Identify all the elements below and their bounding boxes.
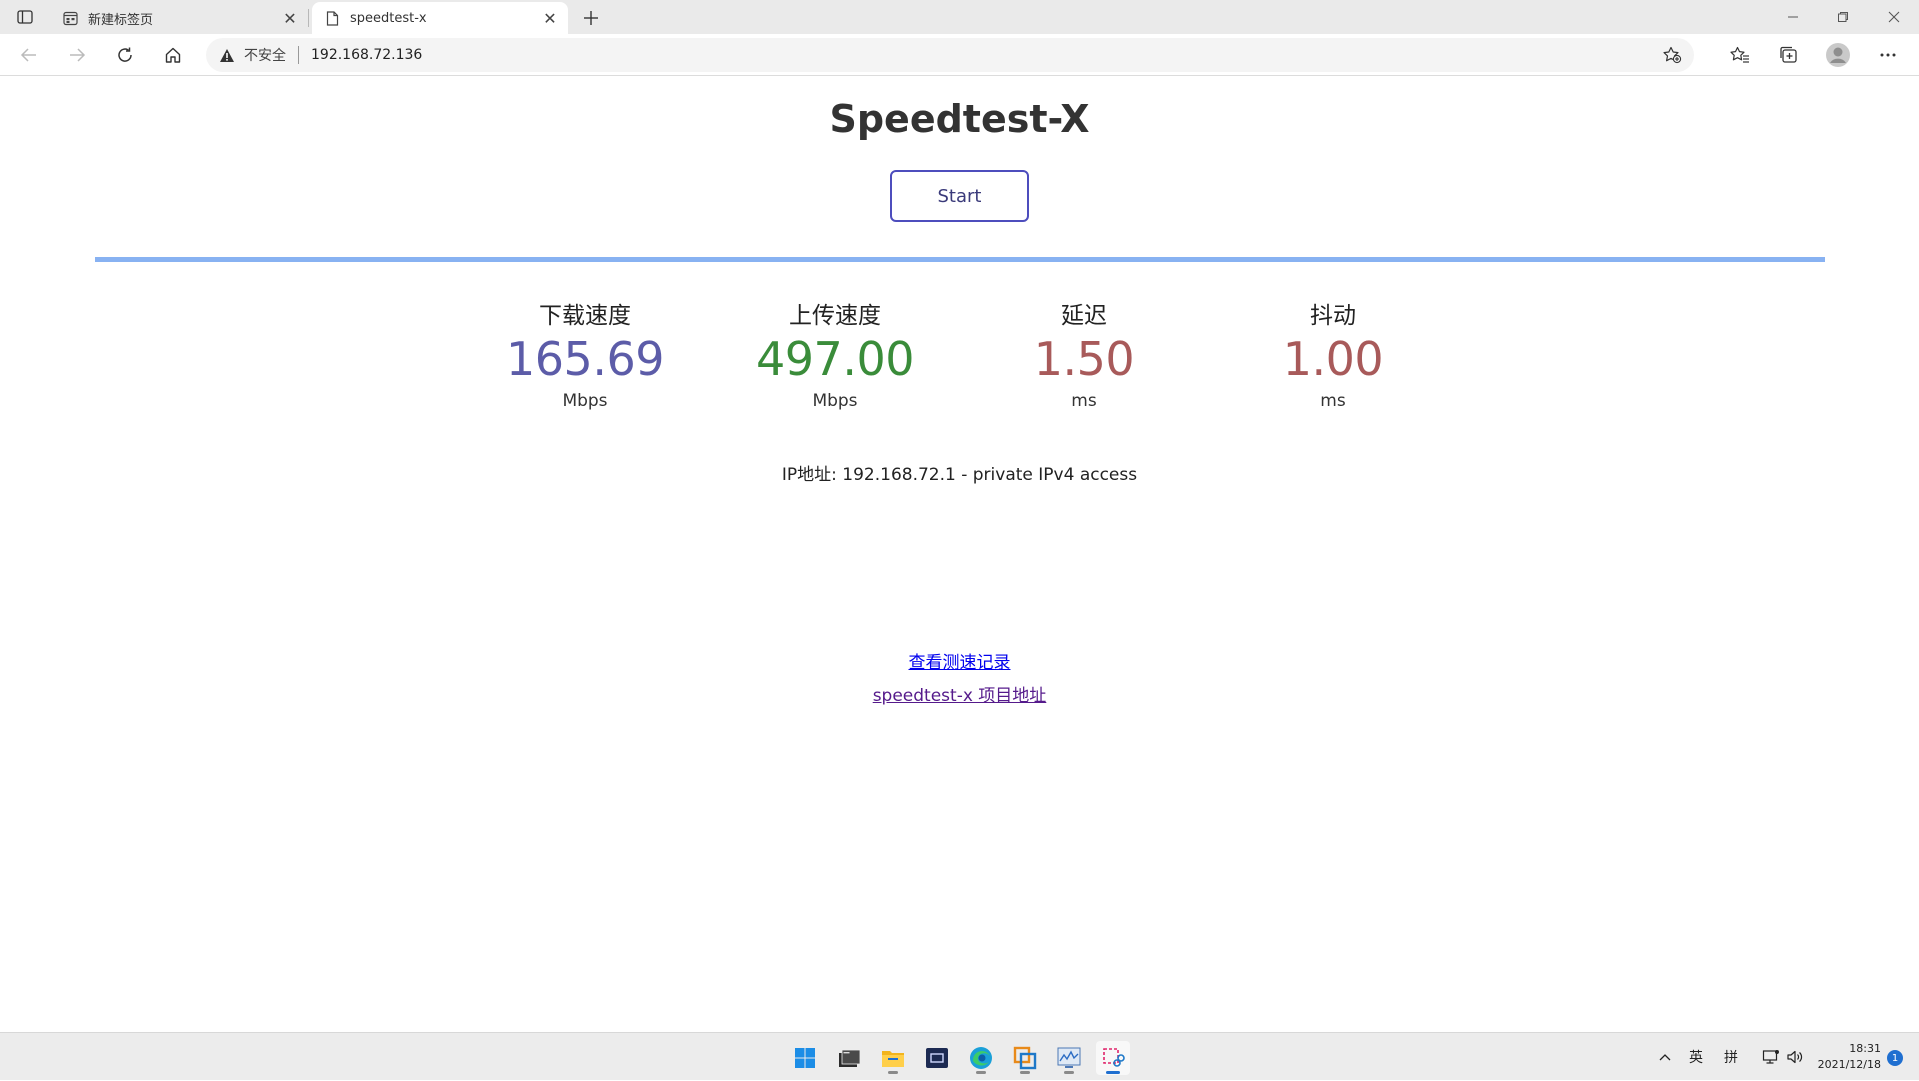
windows-start-icon[interactable] xyxy=(788,1041,822,1075)
project-link-row: speedtest-x 项目地址 xyxy=(0,681,1919,706)
favorites-icon[interactable] xyxy=(1724,41,1756,69)
ime-language[interactable]: 英 xyxy=(1689,1033,1703,1081)
document-icon xyxy=(324,10,340,26)
tab-title: 新建标签页 xyxy=(88,12,154,28)
address-toolbar: 不安全 192.168.72.136 xyxy=(0,34,1919,76)
download-speed-metric: 下载速度 165.69 Mbps xyxy=(460,301,710,411)
project-address-link[interactable]: speedtest-x 项目地址 xyxy=(873,686,1047,706)
file-explorer-icon[interactable] xyxy=(876,1041,910,1075)
jitter-value: 1.00 xyxy=(1282,332,1384,386)
minimize-window-icon[interactable] xyxy=(1768,0,1818,34)
progress-fill xyxy=(95,257,1825,262)
forward-arrow-icon[interactable] xyxy=(62,41,92,69)
tab-bar: 新建标签页 ✕ speedtest-x ✕ xyxy=(0,0,1919,34)
address-bar[interactable]: 不安全 192.168.72.136 xyxy=(206,38,1694,72)
metric-label: 上传速度 xyxy=(789,303,881,329)
metric-unit: ms xyxy=(1071,391,1097,411)
warning-triangle-icon[interactable] xyxy=(218,46,236,64)
terminal-icon[interactable] xyxy=(832,1041,866,1075)
running-indicator xyxy=(1064,1071,1074,1074)
security-status-label[interactable]: 不安全 xyxy=(244,45,286,65)
tab-actions-menu-icon[interactable] xyxy=(14,7,36,27)
tab-speedtest-x[interactable]: speedtest-x ✕ xyxy=(312,2,568,34)
metric-label: 下载速度 xyxy=(539,303,631,329)
add-favorite-star-icon[interactable] xyxy=(1660,44,1684,66)
back-arrow-icon[interactable] xyxy=(14,41,44,69)
jitter-metric: 抖动 1.00 ms xyxy=(1208,301,1458,411)
upload-speed-metric: 上传速度 497.00 Mbps xyxy=(710,301,960,411)
restore-window-icon[interactable] xyxy=(1818,0,1868,34)
ip-info-text: IP地址: 192.168.72.1 - private IPv4 access xyxy=(781,465,1138,485)
history-link-row: 查看测速记录 xyxy=(0,648,1919,673)
notification-count-badge[interactable]: 1 xyxy=(1887,1050,1903,1066)
tab-title: speedtest-x xyxy=(350,10,427,26)
remote-desktop-icon[interactable] xyxy=(920,1041,954,1075)
refresh-icon[interactable] xyxy=(110,41,140,69)
edge-browser-icon[interactable] xyxy=(964,1041,998,1075)
profile-avatar-icon[interactable] xyxy=(1822,41,1854,69)
show-hidden-icons-chevron-icon[interactable] xyxy=(1658,1033,1672,1081)
taskbar: 英 拼 18:31 2021/12/18 1 xyxy=(0,1032,1919,1080)
metric-label: 延迟 xyxy=(1061,303,1107,329)
tab-separator xyxy=(308,9,309,27)
address-separator xyxy=(298,46,299,64)
latency-value: 1.50 xyxy=(1033,332,1135,386)
new-tab-page-icon xyxy=(62,10,78,26)
close-window-icon[interactable] xyxy=(1869,0,1919,34)
vmware-icon[interactable] xyxy=(1008,1041,1042,1075)
running-indicator xyxy=(888,1071,898,1074)
url-text[interactable]: 192.168.72.136 xyxy=(311,47,422,63)
upload-speed-value: 497.00 xyxy=(756,332,914,386)
latency-metric: 延迟 1.50 ms xyxy=(959,301,1209,411)
system-clock[interactable]: 18:31 2021/12/18 xyxy=(1818,1041,1881,1073)
active-indicator xyxy=(1106,1071,1120,1074)
network-icon[interactable] xyxy=(1762,1033,1780,1081)
progress-bar xyxy=(95,257,1825,262)
ime-mode[interactable]: 拼 xyxy=(1724,1033,1738,1081)
page-title: Speedtest-X xyxy=(829,97,1090,141)
view-history-link[interactable]: 查看测速记录 xyxy=(909,653,1011,673)
page-content: Speedtest-X Start 下载速度 165.69 Mbps 上传速度 … xyxy=(0,77,1919,1032)
ip-info: IP地址: 192.168.72.1 - private IPv4 access xyxy=(0,460,1919,485)
close-tab-icon[interactable]: ✕ xyxy=(280,8,300,28)
download-speed-value: 165.69 xyxy=(506,332,664,386)
clock-date: 2021/12/18 xyxy=(1817,1058,1881,1071)
more-options-icon[interactable] xyxy=(1872,41,1904,69)
metric-unit: Mbps xyxy=(812,391,858,411)
running-indicator xyxy=(976,1071,986,1074)
metric-label: 抖动 xyxy=(1310,303,1356,329)
home-icon[interactable] xyxy=(158,41,188,69)
volume-speaker-icon[interactable] xyxy=(1786,1033,1804,1081)
tab-new-tab[interactable]: 新建标签页 ✕ xyxy=(50,2,308,34)
new-tab-plus-icon[interactable] xyxy=(578,5,604,31)
metric-unit: Mbps xyxy=(562,391,608,411)
metric-unit: ms xyxy=(1320,391,1346,411)
start-button[interactable]: Start xyxy=(890,170,1029,222)
resource-monitor-icon[interactable] xyxy=(1052,1041,1086,1075)
close-tab-icon[interactable]: ✕ xyxy=(540,8,560,28)
clock-time: 18:31 xyxy=(1849,1042,1881,1055)
snipping-tool-icon[interactable] xyxy=(1096,1041,1130,1075)
running-indicator xyxy=(1020,1071,1030,1074)
collections-icon[interactable] xyxy=(1773,41,1805,69)
